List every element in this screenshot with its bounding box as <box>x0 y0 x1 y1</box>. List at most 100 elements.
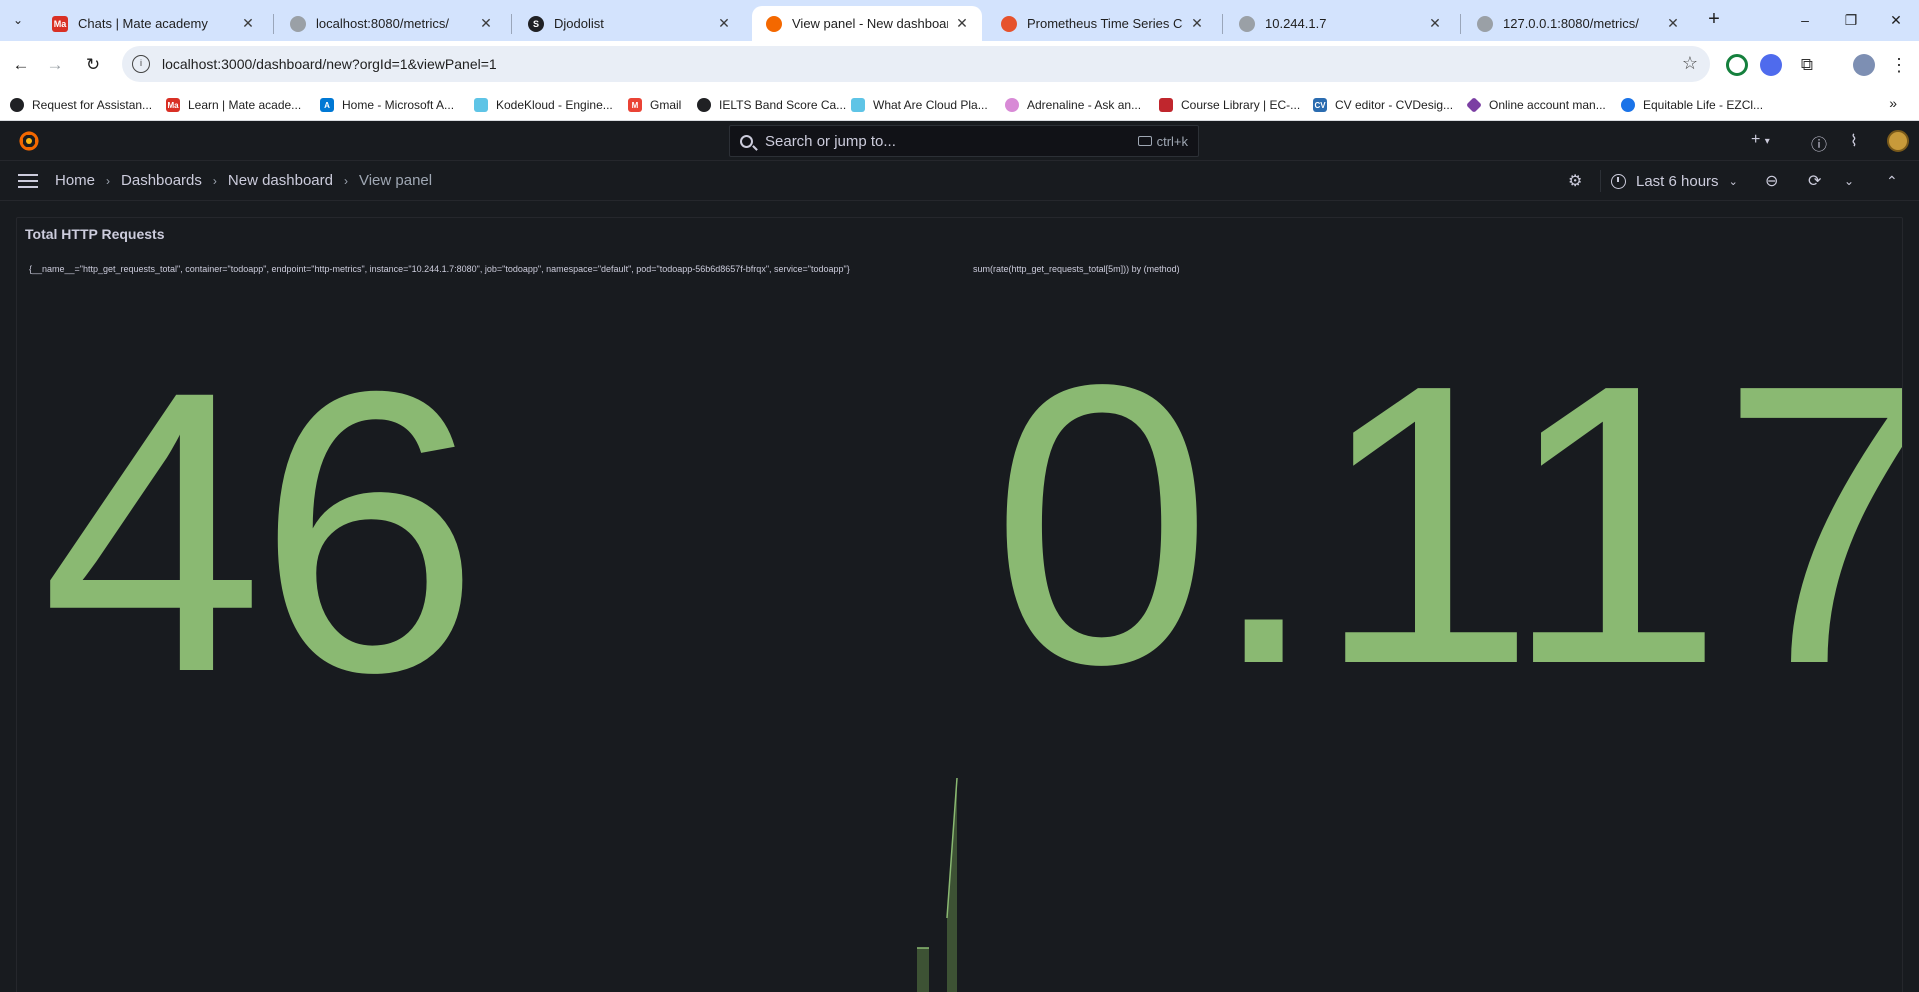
back-button[interactable]: ← <box>6 50 36 80</box>
chevron-right-icon: › <box>212 173 217 188</box>
tab-title: 127.0.0.1:8080/metrics/ <box>1503 16 1639 31</box>
add-new-button[interactable]: + ▾ <box>1751 131 1770 149</box>
browser-tab[interactable]: S Djodolist ✕ <box>514 6 744 41</box>
bookmark-item[interactable]: A Home - Microsoft A... <box>320 95 454 115</box>
grafana-icon <box>766 15 782 32</box>
bookmark-item[interactable]: CV CV editor - CVDesig... <box>1313 95 1453 115</box>
mate-icon: Ma <box>52 15 68 32</box>
bookmark-favicon: Ma <box>166 98 180 112</box>
reload-button[interactable]: ↻ <box>78 50 108 80</box>
breadcrumb-dashboards[interactable]: Dashboards <box>121 172 202 189</box>
stat-panel[interactable]: Total HTTP Requests {__name__="http_get_… <box>16 217 1903 992</box>
browser-tab-active[interactable]: View panel - New dashboard - ✕ <box>752 6 982 41</box>
chevron-right-icon: › <box>343 173 348 188</box>
grafana-logo-icon[interactable] <box>17 129 41 153</box>
close-tab-icon[interactable]: ✕ <box>478 15 494 32</box>
bookmark-favicon <box>474 98 488 112</box>
tab-title: Djodolist <box>554 16 604 31</box>
bookmark-label: Gmail <box>650 98 682 112</box>
browser-tab[interactable]: Prometheus Time Series Collect ✕ <box>987 6 1217 41</box>
bookmark-item[interactable]: What Are Cloud Pla... <box>851 95 988 115</box>
search-placeholder: Search or jump to... <box>765 132 896 150</box>
bookmark-item[interactable]: Course Library | EC-... <box>1159 95 1300 115</box>
bookmark-favicon: CV <box>1313 98 1327 112</box>
close-tab-icon[interactable]: ✕ <box>1189 15 1205 32</box>
zoom-out-icon[interactable]: ⊖ <box>1765 170 1778 192</box>
bookmark-label: Home - Microsoft A... <box>342 98 455 112</box>
gmail-icon: M <box>628 98 642 112</box>
close-tab-icon[interactable]: ✕ <box>1427 15 1443 32</box>
refresh-interval-dropdown[interactable]: ⌄ <box>1844 170 1854 192</box>
chevron-right-icon: › <box>106 173 111 188</box>
bookmark-favicon <box>1159 98 1173 112</box>
browser-tab[interactable]: 127.0.0.1:8080/metrics/ ✕ <box>1463 6 1693 41</box>
keyboard-shortcut-hint: ctrl+k <box>1137 134 1188 149</box>
bookmark-item[interactable]: IELTS Band Score Ca... <box>697 95 846 115</box>
close-tab-icon[interactable]: ✕ <box>954 15 970 32</box>
bookmark-item[interactable]: KodeKloud - Engine... <box>474 95 613 115</box>
site-info-icon[interactable]: i <box>132 55 150 73</box>
close-window-button[interactable]: ✕ <box>1873 5 1919 35</box>
sparkline-fill <box>917 778 957 992</box>
search-icon <box>740 134 753 148</box>
extensions-puzzle-icon[interactable]: ⧉ <box>1796 54 1818 76</box>
bookmark-label: What Are Cloud Pla... <box>873 98 988 112</box>
keyboard-icon <box>1137 136 1152 146</box>
tab-title: 10.244.1.7 <box>1265 16 1327 31</box>
tab-title: localhost:8080/metrics/ <box>316 16 449 31</box>
minimize-button[interactable]: – <box>1782 5 1828 35</box>
grafana-top-bar: Search or jump to... ctrl+k + ▾ ⓘ ⌇ <box>0 121 1919 161</box>
hamburger-menu-icon[interactable] <box>18 174 38 188</box>
browser-tab[interactable]: localhost:8080/metrics/ ✕ <box>276 6 506 41</box>
tab-title: View panel - New dashboard - <box>792 16 948 31</box>
grafana-nav-bar: Home › Dashboards › New dashboard › View… <box>0 161 1919 201</box>
bookmark-item[interactable]: Online account man... <box>1466 95 1606 115</box>
bookmarks-overflow-icon[interactable]: » <box>1889 95 1897 111</box>
close-tab-icon[interactable]: ✕ <box>716 15 732 32</box>
extension-icon[interactable] <box>1760 54 1782 76</box>
collapse-toolbar-icon[interactable]: ⌃ <box>1886 170 1898 192</box>
browser-menu-icon[interactable]: ⋮ <box>1890 54 1908 76</box>
bookmark-item[interactable]: Adrenaline - Ask an... <box>1005 95 1141 115</box>
prometheus-icon <box>1001 15 1017 32</box>
bookmark-label: CV editor - CVDesig... <box>1335 98 1454 112</box>
time-range-picker[interactable]: Last 6 hours ⌄ <box>1611 169 1738 193</box>
bookmark-favicon <box>851 98 865 112</box>
bookmark-star-icon[interactable]: ☆ <box>1682 53 1698 74</box>
bookmark-item[interactable]: M Gmail <box>628 95 681 115</box>
address-bar-url[interactable]: localhost:3000/dashboard/new?orgId=1&vie… <box>162 56 497 72</box>
restore-button[interactable]: ❐ <box>1828 5 1874 35</box>
profile-avatar[interactable] <box>1853 54 1875 76</box>
bookmark-item[interactable]: Equitable Life - EZCl... <box>1621 95 1763 115</box>
help-icon[interactable]: ⓘ <box>1811 131 1827 155</box>
tab-search-button[interactable]: ⌄ <box>6 8 30 32</box>
bookmark-item[interactable]: Request for Assistan... <box>10 95 152 115</box>
news-rss-icon[interactable]: ⌇ <box>1850 131 1858 151</box>
bookmarks-bar: Request for Assistan... Ma Learn | Mate a… <box>0 89 1919 121</box>
forward-button[interactable]: → <box>40 50 70 80</box>
browser-toolbar: ← → ↻ i localhost:3000/dashboard/new?org… <box>0 41 1919 89</box>
grammarly-extension-icon[interactable] <box>1726 54 1748 76</box>
address-bar[interactable]: i localhost:3000/dashboard/new?orgId=1&v… <box>122 46 1710 82</box>
search-input[interactable]: Search or jump to... ctrl+k <box>729 125 1199 157</box>
refresh-icon[interactable]: ⟳ <box>1808 170 1821 192</box>
user-avatar[interactable] <box>1887 130 1909 152</box>
new-tab-button[interactable]: + <box>1700 8 1728 32</box>
browser-tab[interactable]: Ma Chats | Mate academy ✕ <box>38 6 268 41</box>
breadcrumb-view-panel: View panel <box>358 172 433 189</box>
bookmark-label: Course Library | EC-... <box>1181 98 1301 112</box>
bookmark-label: IELTS Band Score Ca... <box>719 98 847 112</box>
bookmark-label: Request for Assistan... <box>32 98 153 112</box>
breadcrumb-home[interactable]: Home <box>55 172 95 189</box>
dashboard-settings-icon[interactable]: ⚙ <box>1568 170 1582 192</box>
bookmark-label: Equitable Life - EZCl... <box>1643 98 1764 112</box>
close-tab-icon[interactable]: ✕ <box>240 15 256 32</box>
bookmark-favicon <box>1621 98 1635 112</box>
browser-tab[interactable]: 10.244.1.7 ✕ <box>1225 6 1455 41</box>
browser-tab-strip: ⌄ Ma Chats | Mate academy ✕ localhost:80… <box>0 0 1919 41</box>
breadcrumb-new-dashboard[interactable]: New dashboard <box>228 172 333 189</box>
bookmark-favicon <box>697 98 711 112</box>
bookmark-label: KodeKloud - Engine... <box>496 98 613 112</box>
bookmark-item[interactable]: Ma Learn | Mate acade... <box>166 95 301 115</box>
close-tab-icon[interactable]: ✕ <box>1665 15 1681 32</box>
